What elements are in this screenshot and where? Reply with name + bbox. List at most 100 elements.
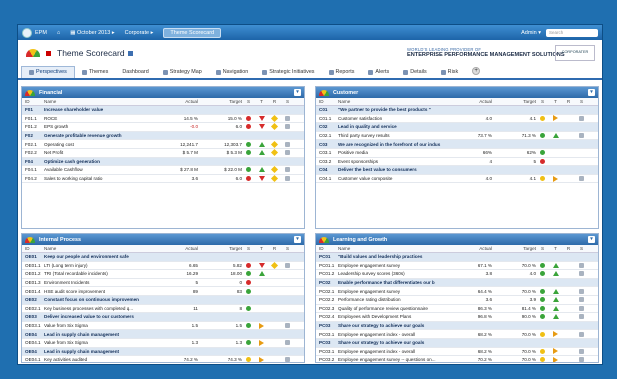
row-name[interactable]: Available Cashflow: [44, 167, 154, 172]
objective-row[interactable]: PC03 Share our strategy to achieve our go…: [316, 321, 598, 331]
row-name[interactable]: Employee engagement index - overall: [338, 332, 448, 337]
kpi-row[interactable]: PC02.4 Employees with Development Plans 96…: [316, 313, 598, 322]
kpi-row[interactable]: C01.1 Customer satisfaction 4.0 4.1: [316, 115, 598, 124]
kpi-row[interactable]: OE01.3 Environment Incidents 5 0: [22, 279, 304, 288]
comment-icon[interactable]: [579, 288, 584, 294]
tab-details[interactable]: Details: [396, 69, 433, 78]
row-name[interactable]: Event sponsorships: [338, 159, 448, 164]
kpi-row[interactable]: F02.2 Net Profit $ 5.7 M $ 5.3 M: [22, 149, 304, 158]
comment-icon[interactable]: [579, 314, 584, 320]
tab-perspectives[interactable]: Perspectives: [21, 66, 75, 78]
kpi-row[interactable]: OE02.1 Key business processes with comple…: [22, 305, 304, 314]
kpi-row[interactable]: PC03.1 Employee engagement index - overal…: [316, 348, 598, 357]
comment-icon[interactable]: [579, 115, 584, 121]
row-name[interactable]: LTI (Long term injury): [44, 263, 154, 268]
row-name[interactable]: Keep our people and environment safe: [44, 254, 242, 259]
row-name[interactable]: Employee engagement survey: [338, 289, 448, 294]
row-name[interactable]: "We partner to provide the best products…: [338, 107, 536, 112]
row-name[interactable]: Share our strategy to achieve our goals: [338, 340, 536, 345]
row-name[interactable]: Key business processes with completed q.…: [44, 306, 154, 311]
kpi-row[interactable]: PC02.3 Quality of performance review ques…: [316, 305, 598, 314]
row-name[interactable]: Quality of performance review questionna…: [338, 306, 448, 311]
row-name[interactable]: We are recognized in the forefront of ou…: [338, 142, 536, 147]
row-name[interactable]: Lead in supply chain management: [44, 332, 242, 337]
row-name[interactable]: Customer value composite: [338, 176, 448, 181]
kpi-row[interactable]: OE01.4 HSE audit score improvement 89 83: [22, 287, 304, 296]
row-name[interactable]: Environment Incidents: [44, 280, 154, 285]
home-icon[interactable]: ⌂: [57, 30, 60, 36]
comment-icon[interactable]: [285, 141, 290, 147]
comment-icon[interactable]: [579, 271, 584, 277]
kpi-row[interactable]: C03.2 Event sponsorships 4 5: [316, 158, 598, 167]
row-name[interactable]: Lead in quality and service: [338, 124, 536, 129]
row-name[interactable]: Value from Six Sigma: [44, 340, 154, 345]
row-name[interactable]: Key activities audited: [44, 357, 154, 362]
tab-strategic-initiatives[interactable]: Strategic Initiatives: [255, 69, 321, 78]
kpi-row[interactable]: F02.1 Operating cost 12,241.7 12,303.7: [22, 140, 304, 149]
comment-icon[interactable]: [579, 262, 584, 268]
kpi-row[interactable]: C04.1 Customer value composite 4.0 4.1: [316, 175, 598, 184]
row-name[interactable]: HSE audit score improvement: [44, 289, 154, 294]
row-name[interactable]: Sales to working capital ratio: [44, 176, 154, 181]
tab-risk[interactable]: Risk: [434, 69, 465, 78]
kpi-row[interactable]: F01.1 ROCE 14.5 % 15.0 %: [22, 114, 304, 124]
objective-row[interactable]: OE03 Deliver increased value to our custo…: [22, 313, 304, 322]
comment-icon[interactable]: [285, 176, 290, 182]
row-name[interactable]: TRI (Total recordable incidents): [44, 271, 154, 276]
comment-icon[interactable]: [579, 297, 584, 303]
kpi-row[interactable]: C03.1 Positive media 66% 62%: [316, 149, 598, 158]
row-name[interactable]: Deliver the best value to consumers: [338, 167, 536, 172]
row-name[interactable]: Increase shareholder value: [44, 107, 242, 112]
row-name[interactable]: Positive media: [338, 150, 448, 155]
row-name[interactable]: Employee engagement index - overall: [338, 349, 448, 354]
tab-reports[interactable]: Reports: [322, 69, 362, 78]
tab-alerts[interactable]: Alerts: [361, 69, 396, 78]
comment-icon[interactable]: [579, 331, 584, 337]
row-name[interactable]: Optimize cash generation: [44, 159, 242, 164]
row-name[interactable]: Enable performance that differentiates o…: [338, 280, 536, 285]
row-name[interactable]: Share our strategy to achieve our goals: [338, 323, 536, 328]
row-name[interactable]: Value from Six Sigma: [44, 323, 154, 328]
comment-icon[interactable]: [285, 167, 290, 173]
kpi-row[interactable]: OE01.2 TRI (Total recordable incidents) 16…: [22, 270, 304, 279]
comment-icon[interactable]: [285, 262, 290, 268]
row-name[interactable]: Employees with Development Plans: [338, 314, 448, 319]
kpi-row[interactable]: OE03.1 Value from Six Sigma 1.5 1.5: [22, 322, 304, 331]
kpi-row[interactable]: OE04.1 Key activities audited 74.2 % 74.3 %: [22, 356, 304, 362]
comment-icon[interactable]: [285, 340, 290, 346]
comment-icon[interactable]: [285, 115, 290, 121]
objective-row[interactable]: OE01 Keep our people and environment safe: [22, 253, 304, 262]
kpi-row[interactable]: PC02.2 Performance rating distribution 3.6…: [316, 296, 598, 305]
objective-row[interactable]: F01 Increase shareholder value: [22, 106, 304, 115]
objective-row[interactable]: C01 "We partner to provide the best produ…: [316, 106, 598, 115]
org-selector[interactable]: Corporate ▸: [125, 30, 154, 36]
row-name[interactable]: Performance rating distribution: [338, 297, 448, 302]
comment-icon[interactable]: [579, 305, 584, 311]
kpi-row[interactable]: PC01.1 Employee engagement survey 67.1 % 70…: [316, 262, 598, 271]
view-selector[interactable]: Theme Scorecard: [163, 27, 222, 38]
row-name[interactable]: Customer satisfaction: [338, 116, 448, 121]
search-input[interactable]: Search: [546, 28, 598, 37]
objective-row[interactable]: C03 We are recognized in the forefront of…: [316, 140, 598, 149]
kpi-row[interactable]: PC01.2 Leadership survey scores (360s) 3.8…: [316, 270, 598, 279]
tab-dashboard[interactable]: Dashboard: [115, 69, 155, 78]
objective-row[interactable]: OE04 Lead in supply chain management: [22, 347, 304, 357]
kpi-row[interactable]: F04.2 Sales to working capital ratio 3.6 6.…: [22, 175, 304, 184]
objective-row[interactable]: PC01 "Build values and leadership practic…: [316, 253, 598, 262]
row-name[interactable]: Leadership survey scores (360s): [338, 271, 448, 276]
kpi-row[interactable]: PC03.2 Employee engagement survey -- ques…: [316, 356, 598, 362]
collapse-button[interactable]: ▾: [588, 236, 595, 243]
comment-icon[interactable]: [579, 133, 584, 139]
comment-icon[interactable]: [285, 150, 290, 156]
user-menu[interactable]: Admin: [521, 30, 537, 36]
comment-icon[interactable]: [285, 323, 290, 329]
collapse-button[interactable]: ▾: [588, 89, 595, 96]
objective-row[interactable]: F04 Optimize cash generation: [22, 157, 304, 167]
period-selector[interactable]: ▦ October 2013 ▸: [70, 30, 114, 36]
row-name[interactable]: Generate profitable revenue growth: [44, 133, 242, 138]
kpi-row[interactable]: F04.1 Available Cashflow $ 27.8 M $ 22.0 M: [22, 166, 304, 175]
add-tab-button[interactable]: +: [465, 67, 487, 78]
kpi-row[interactable]: PC03.1 Employee engagement index - overal…: [316, 330, 598, 339]
tab-themes[interactable]: Themes: [75, 69, 115, 78]
objective-row[interactable]: C02 Lead in quality and service: [316, 123, 598, 132]
